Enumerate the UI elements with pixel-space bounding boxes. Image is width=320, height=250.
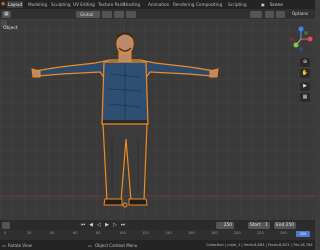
tab-animation[interactable]: Animation xyxy=(147,1,170,8)
ruler-tick: 60 xyxy=(73,231,78,235)
pivot-button[interactable] xyxy=(102,10,112,18)
top-bar: ◉ ≡ LayoutModelingSculptingUV EditingTex… xyxy=(0,0,315,9)
ruler-tick: 40 xyxy=(50,231,55,235)
editor-type-button[interactable]: ▦ xyxy=(2,10,11,18)
snap-button[interactable] xyxy=(114,10,124,18)
shading-solid-button[interactable] xyxy=(265,10,274,18)
status-left-hint: Rotate View xyxy=(8,242,32,248)
current-frame-field[interactable]: 250 xyxy=(216,221,234,229)
pan-hand-icon[interactable]: ✋ xyxy=(300,69,310,78)
play-icon[interactable]: ▶ xyxy=(104,221,110,229)
options-dropdown[interactable]: Options xyxy=(292,11,308,16)
current-frame-marker[interactable]: 250 xyxy=(296,231,310,237)
cube-icon: ▦ xyxy=(4,10,9,17)
mode-label: Object xyxy=(3,26,18,31)
timeline-ruler[interactable]: 0 20 40 60 80 100 120 140 160 180 200 220 240 xyxy=(0,230,315,240)
tab-shading[interactable]: Shading xyxy=(122,1,141,8)
character-model[interactable] xyxy=(0,19,315,220)
ruler-tick: 100 xyxy=(119,231,126,235)
ruler-tick: 80 xyxy=(96,231,101,235)
ruler-tick: 0 xyxy=(4,231,7,235)
transform-orientation-dropdown[interactable]: Global xyxy=(76,10,100,18)
step-back-icon[interactable]: ◀ xyxy=(88,221,94,229)
ruler-tick: 160 xyxy=(188,231,195,235)
shading-material-button[interactable] xyxy=(276,10,285,18)
status-bar: ▭ Rotate View ▭ Object Context Menu Coll… xyxy=(0,240,315,250)
grid-icon[interactable]: ▦ xyxy=(300,93,310,102)
mouse-left-icon: ▭ xyxy=(2,242,6,248)
tab-layout[interactable]: Layout xyxy=(7,1,24,8)
start-frame-field[interactable]: Start 1 xyxy=(248,221,270,229)
navigation-gizmo[interactable] xyxy=(288,26,314,52)
step-forward-icon[interactable]: ▷ xyxy=(112,221,118,229)
ruler-tick: 120 xyxy=(142,231,149,235)
play-reverse-icon[interactable]: ◁ xyxy=(96,221,102,229)
proportional-button[interactable] xyxy=(126,10,136,18)
scene-statistics: Collection | male_1 | Verts:8,683 | Face… xyxy=(206,242,313,247)
tab-rendering[interactable]: Rendering xyxy=(172,1,195,8)
zoom-icon[interactable]: ⊕ xyxy=(300,58,310,67)
z-axis-handle xyxy=(298,26,304,32)
scene-selector[interactable]: Scene xyxy=(270,1,283,8)
tab-uv-editing[interactable]: UV Editing xyxy=(72,1,96,8)
tab-compositing[interactable]: Compositing xyxy=(195,1,223,8)
mouse-right-icon: ▭ xyxy=(88,242,92,248)
playback-controls: ⏮ ◀ ◁ ▶ ▷ ⏭ xyxy=(80,221,150,229)
ruler-tick: 240 xyxy=(280,231,287,235)
viewport-header: ▦ Global Options xyxy=(0,9,315,19)
timeline-editor-button[interactable] xyxy=(2,221,10,229)
jump-start-icon[interactable]: ⏮ xyxy=(80,221,86,229)
timeline-header: ⏮ ◀ ◁ ▶ ▷ ⏭ 250 Start 1 End 250 xyxy=(0,220,315,230)
tab-scripting[interactable]: Scripting xyxy=(227,1,248,8)
ruler-tick: 200 xyxy=(234,231,241,235)
ruler-tick: 180 xyxy=(211,231,218,235)
tab-modeling[interactable]: Modeling xyxy=(27,1,48,8)
tab-sculpting[interactable]: Sculpting xyxy=(50,1,72,8)
y-axis-handle xyxy=(293,42,299,48)
end-frame-field[interactable]: End 250 xyxy=(274,221,296,229)
camera-icon[interactable]: ▶ xyxy=(300,82,310,91)
3d-viewport[interactable] xyxy=(0,19,315,220)
overlay-button[interactable] xyxy=(250,10,262,18)
jump-end-icon[interactable]: ⏭ xyxy=(120,221,126,229)
ruler-tick: 220 xyxy=(257,231,264,235)
scene-icon[interactable]: ▣ xyxy=(261,1,265,8)
ruler-tick: 20 xyxy=(27,231,32,235)
status-middle-hint: Object Context Menu xyxy=(95,242,138,248)
x-axis-handle xyxy=(307,36,313,42)
ruler-tick: 140 xyxy=(165,231,172,235)
